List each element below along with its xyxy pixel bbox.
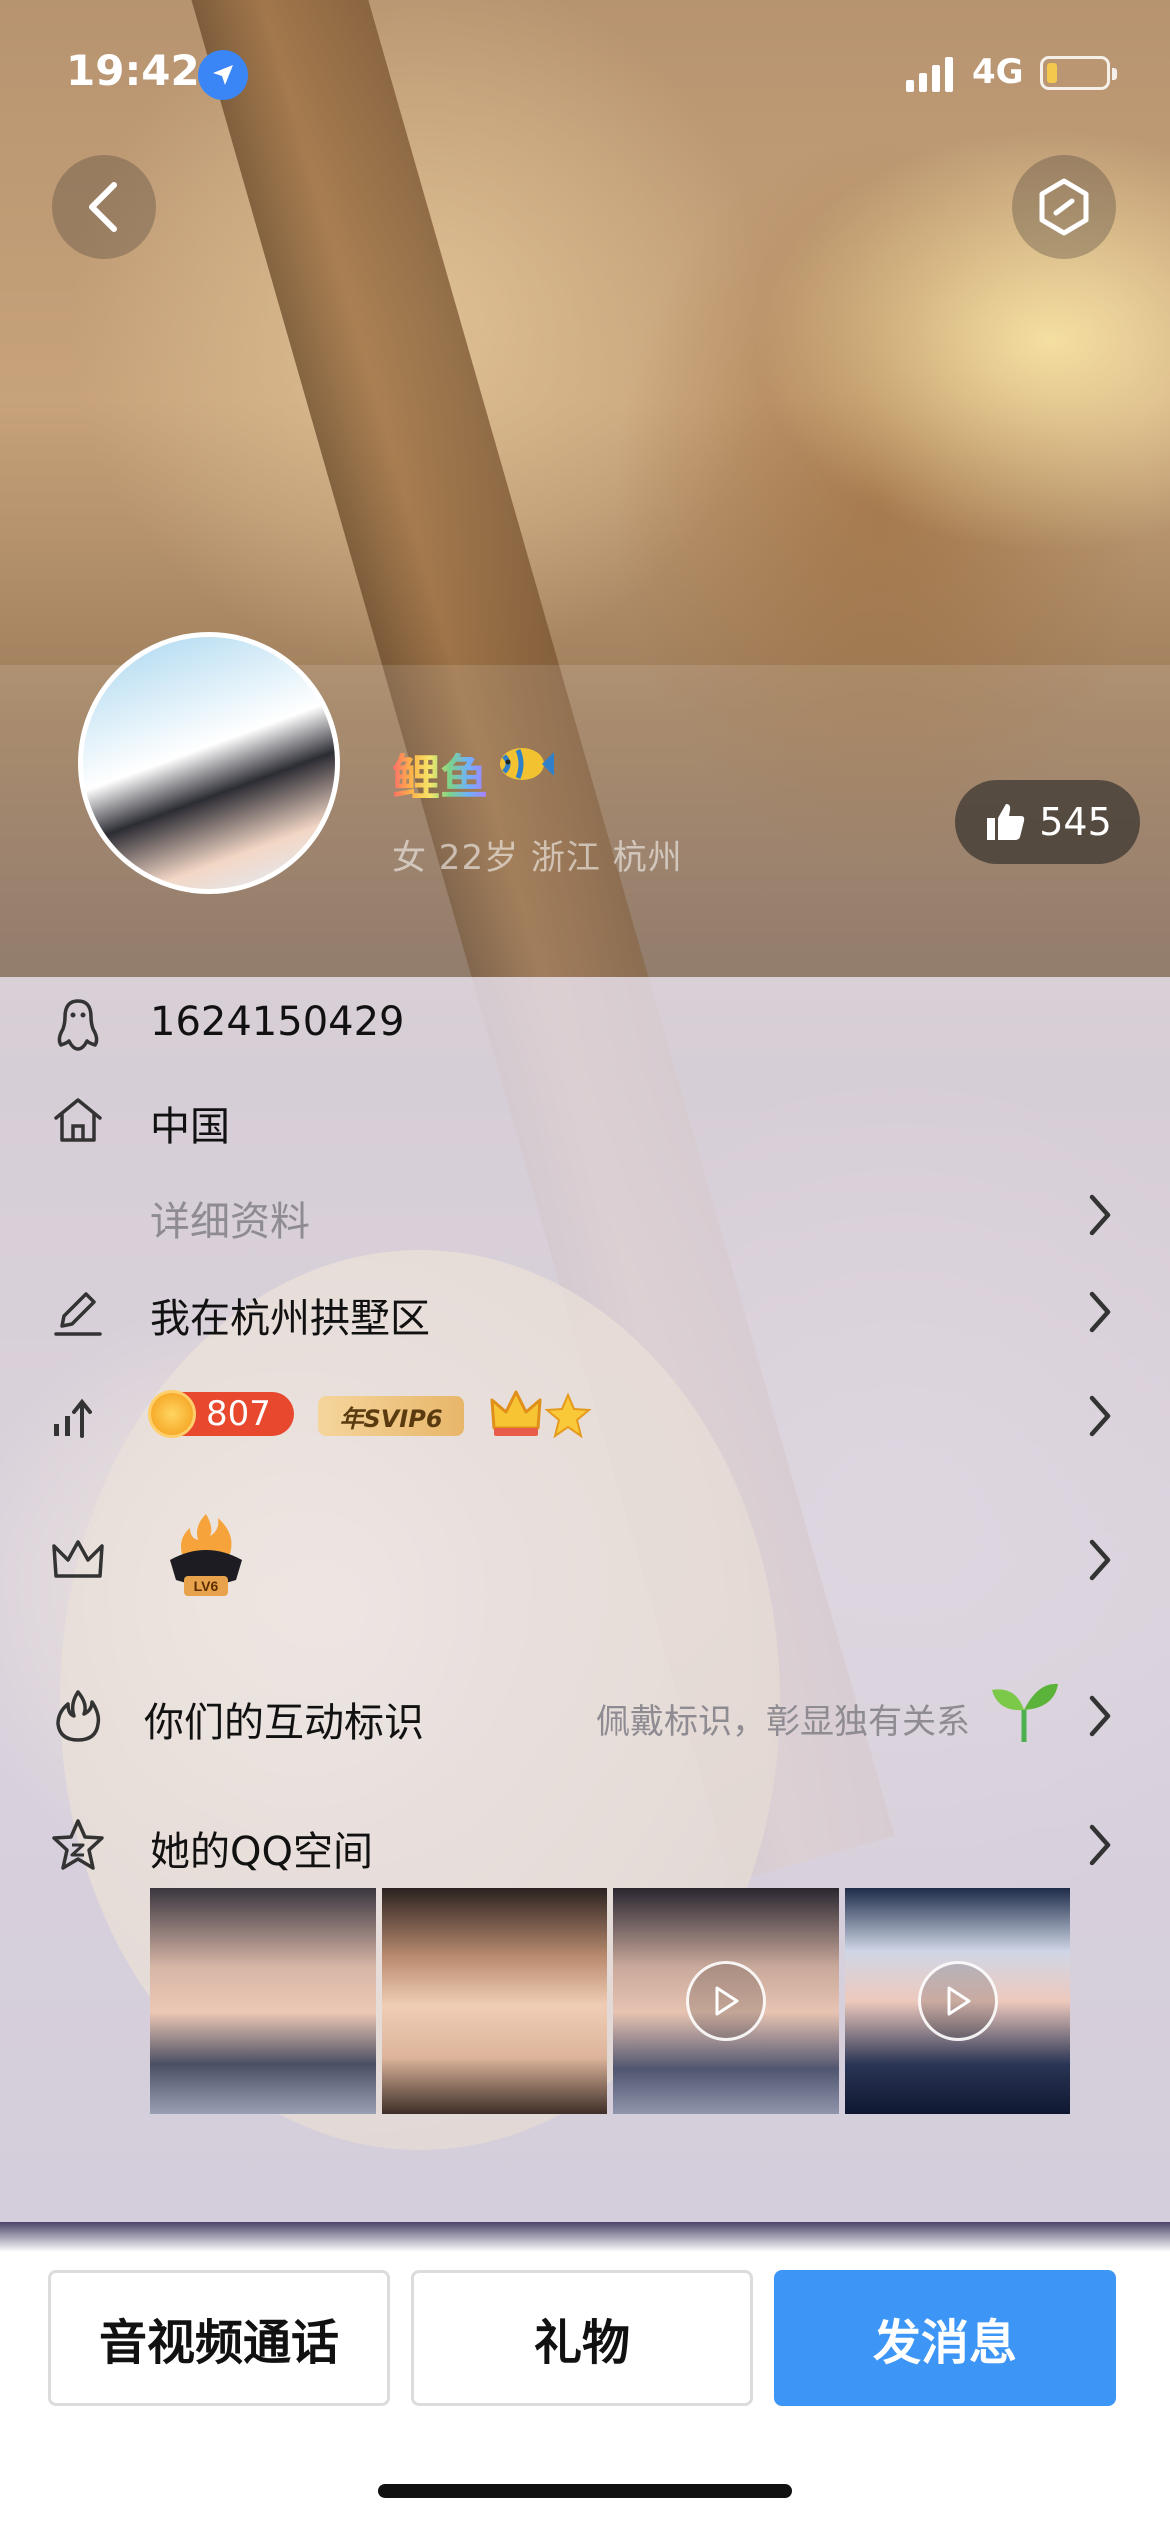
profile-info: 女 22岁 浙江 杭州: [392, 838, 683, 878]
qzone-video[interactable]: [613, 1888, 839, 2114]
pencil-icon: [48, 1282, 108, 1342]
penguin-icon: [48, 995, 108, 1055]
qzone-photo[interactable]: [150, 1888, 376, 2114]
qzone-photos: [150, 1888, 1070, 2114]
panel-bottom-edge: [0, 2222, 1170, 2252]
signal-icon: [906, 57, 953, 92]
network-type: 4G: [972, 52, 1024, 92]
chevron-right-icon: [1089, 1539, 1111, 1581]
like-count: 545: [1039, 800, 1112, 844]
interaction-label: 你们的互动标识: [144, 1700, 424, 1746]
qq-number: 1624150429: [150, 999, 405, 1045]
qzone-row[interactable]: 她的QQ空间: [0, 1805, 1170, 1885]
crown-badge-icon: [490, 1390, 542, 1436]
home-indicator[interactable]: [378, 2484, 792, 2498]
chevron-right-icon: [1089, 1194, 1111, 1236]
video-call-button[interactable]: 音视频通话: [48, 2270, 390, 2406]
avatar[interactable]: [78, 632, 340, 894]
country-row: 中国: [0, 1080, 1170, 1160]
play-icon: [917, 1961, 998, 2041]
level-badge-text: LV6: [194, 1578, 219, 1594]
signature-text: 我在杭州拱墅区: [150, 1296, 430, 1342]
chevron-right-icon: [1089, 1695, 1111, 1737]
qq-number-row: 1624150429: [0, 985, 1170, 1065]
like-button[interactable]: 545: [955, 780, 1140, 864]
status-time: 19:42: [66, 46, 200, 95]
signature-row[interactable]: 我在杭州拱墅区: [0, 1272, 1170, 1352]
country-text: 中国: [150, 1104, 230, 1150]
rank-up-icon: [48, 1386, 108, 1446]
fish-icon: [500, 748, 554, 780]
hexagon-menu-icon: [1039, 178, 1089, 236]
qzone-photo[interactable]: [381, 1888, 607, 2114]
gift-button[interactable]: 礼物: [411, 2270, 753, 2406]
coin-badge: 807: [148, 1390, 294, 1438]
coin-icon: [148, 1390, 196, 1438]
level-badge-icon: LV6: [170, 1514, 242, 1596]
chevron-right-icon: [1089, 1395, 1111, 1437]
send-message-button[interactable]: 发消息: [774, 2270, 1116, 2406]
thumbs-up-icon: [987, 804, 1025, 840]
back-button[interactable]: [52, 155, 156, 259]
home-icon: [48, 1090, 108, 1150]
crown-icon: [48, 1530, 108, 1590]
flame-icon: [48, 1686, 108, 1746]
chevron-left-icon: [89, 182, 117, 232]
interaction-hint: 佩戴标识，彰显独有关系: [596, 1702, 970, 1742]
play-icon: [686, 1961, 766, 2041]
chevron-right-icon: [1089, 1824, 1111, 1866]
star-icon: [544, 1392, 592, 1439]
more-button[interactable]: [1012, 155, 1116, 259]
coin-value: 807: [206, 1394, 271, 1434]
svip-badge: 年SVIP6: [318, 1396, 464, 1436]
action-bar: 音视频通话 礼物 发消息: [0, 2252, 1170, 2532]
details-row[interactable]: 详细资料: [0, 1175, 1170, 1255]
qzone-label: 她的QQ空间: [150, 1829, 373, 1875]
nickname: 鲤鱼: [392, 738, 488, 808]
qzone-star-icon: [48, 1815, 108, 1875]
qzone-video[interactable]: [844, 1888, 1070, 2114]
location-icon: [198, 50, 248, 100]
details-label: 详细资料: [150, 1199, 310, 1245]
status-bar: 19:42 4G: [0, 0, 1170, 150]
battery-icon: [1040, 56, 1117, 90]
chevron-right-icon: [1089, 1291, 1111, 1333]
sprout-icon: [992, 1683, 1058, 1742]
